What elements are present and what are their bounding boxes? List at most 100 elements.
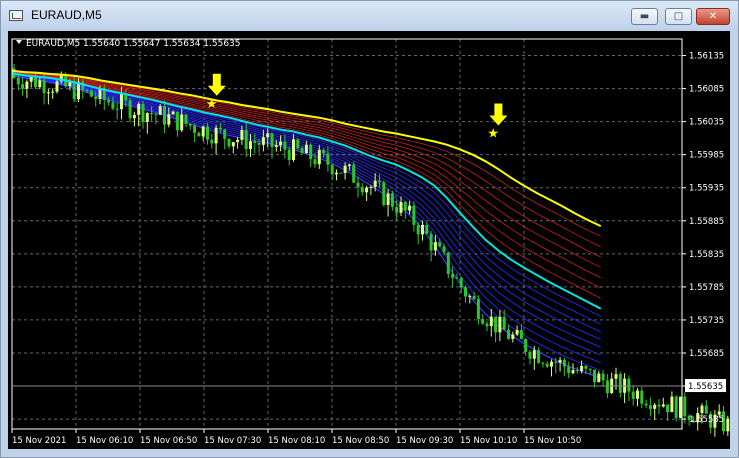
candle-body	[429, 233, 433, 251]
candle-body	[627, 378, 631, 392]
candle-body	[356, 182, 360, 188]
price-label: 1.55685	[689, 349, 724, 359]
candle-body	[266, 133, 270, 138]
candle-body	[158, 106, 162, 115]
candle-body	[184, 114, 188, 124]
candle-body	[171, 111, 175, 115]
candle-body	[240, 129, 244, 140]
candle-body	[253, 141, 257, 143]
candle-body	[16, 77, 20, 85]
candle-body	[223, 129, 227, 139]
candle-body	[51, 91, 55, 93]
candle-body	[421, 224, 424, 235]
candle-body	[150, 112, 154, 114]
candle-body	[481, 319, 485, 324]
candle-body	[541, 362, 545, 364]
candle-body	[390, 193, 394, 207]
candle-body	[197, 132, 201, 137]
candle-body	[524, 339, 528, 352]
candle-body	[584, 366, 588, 369]
candle-body	[89, 90, 93, 97]
candle-body	[210, 139, 214, 144]
candle-body	[683, 396, 687, 417]
price-label: 1.55785	[689, 283, 724, 293]
price-chart[interactable]: ★★ 1.561351.560851.560351.559851.559351.…	[8, 31, 738, 449]
candle-body	[335, 172, 338, 175]
candle-body	[412, 205, 416, 225]
candle-body	[498, 316, 502, 333]
candle-body	[352, 164, 356, 183]
time-label: 15 Nov 10:50	[524, 436, 581, 446]
candle-body	[175, 111, 179, 131]
candle-body	[618, 374, 622, 393]
candle-body	[575, 370, 579, 372]
maximize-icon: □	[673, 11, 684, 22]
candle-body	[451, 273, 455, 278]
candle-body	[274, 145, 278, 147]
candle-body	[489, 316, 493, 327]
candle-body	[317, 149, 321, 165]
title-bar[interactable]: EURAUD,M5 ▬ □ ✕	[1, 1, 738, 31]
candle-body	[485, 323, 489, 327]
candle-body	[300, 148, 304, 154]
minimize-icon: ▬	[639, 11, 650, 22]
window-title: EURAUD,M5	[31, 8, 102, 22]
candle-body	[180, 114, 184, 131]
candle-body	[653, 404, 657, 409]
candle-body	[283, 141, 287, 150]
candle-body	[365, 187, 369, 193]
candle-body	[648, 405, 652, 409]
price-label: 1.55735	[689, 316, 724, 326]
candle-body	[562, 359, 566, 367]
candle-body	[515, 330, 519, 335]
candle-body	[137, 103, 141, 115]
candle-body	[464, 287, 467, 297]
blue-band-line	[11, 73, 601, 333]
candle-body	[644, 403, 648, 406]
signal-markers: ★★	[206, 73, 508, 142]
candle-body	[218, 127, 222, 130]
chart-menu-icon[interactable]	[16, 40, 22, 44]
candle-body	[455, 277, 459, 279]
candle-body	[42, 80, 46, 94]
candle-body	[674, 396, 678, 418]
time-label: 15 Nov 10:10	[460, 436, 517, 446]
candle-body	[636, 390, 639, 399]
blue-band-line	[11, 74, 601, 356]
candle-body	[339, 172, 343, 174]
cyan-line	[11, 72, 602, 310]
chart-area[interactable]: ★ ★ 1.56135 1.56085 1.56035 1.55985 1.55935 1.…	[8, 31, 738, 449]
candle-body	[292, 139, 295, 160]
candle-body	[360, 187, 364, 193]
candle-body	[593, 369, 596, 383]
candle-body	[554, 361, 558, 363]
candle-body	[614, 374, 618, 379]
candle-body	[468, 295, 472, 297]
candle-body	[304, 144, 308, 154]
candle-body	[132, 114, 136, 119]
close-icon: ✕	[708, 11, 718, 22]
price-label: 1.55885	[689, 217, 724, 227]
price-label: 1.56085	[689, 85, 724, 95]
candle-body	[279, 141, 283, 146]
minimize-button[interactable]: ▬	[631, 8, 658, 25]
candle-body	[550, 361, 553, 367]
candle-body	[657, 404, 661, 407]
candle-body	[580, 366, 584, 372]
candle-body	[640, 390, 644, 404]
current-price-label: 1.55635	[688, 382, 723, 392]
candle-body	[571, 370, 575, 374]
candle-body	[507, 329, 510, 339]
maximize-button[interactable]: □	[665, 8, 692, 25]
candle-body	[399, 201, 403, 213]
candle-body	[378, 180, 381, 183]
candle-body	[46, 92, 50, 94]
candle-body	[666, 404, 670, 413]
candle-body	[68, 82, 72, 87]
close-button[interactable]: ✕	[696, 8, 730, 25]
candle-body	[236, 139, 240, 143]
candle-body	[416, 224, 420, 235]
candle-body	[537, 350, 541, 363]
red-band-line	[11, 72, 602, 289]
candle-body	[528, 351, 532, 359]
